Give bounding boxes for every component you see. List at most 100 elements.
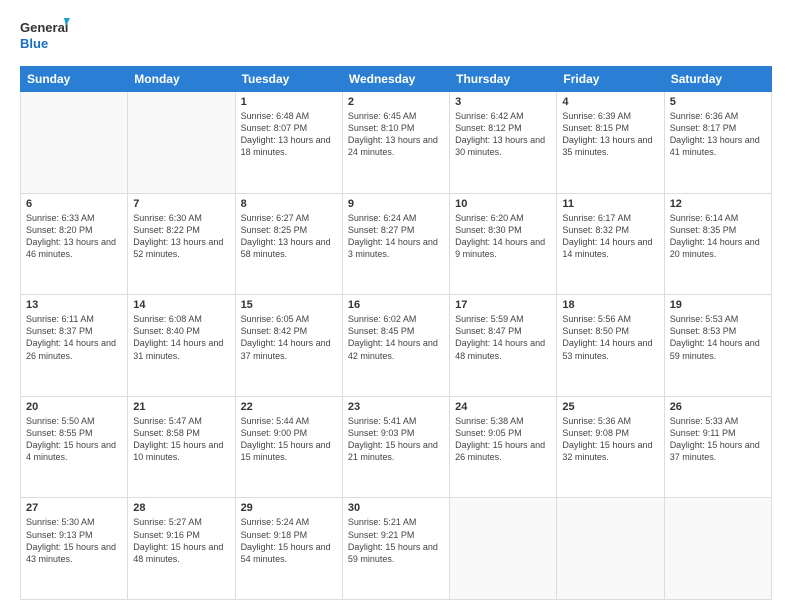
calendar-cell: 4 Sunrise: 6:39 AM Sunset: 8:15 PM Daylig… bbox=[557, 92, 664, 194]
day-number: 12 bbox=[670, 198, 766, 210]
calendar-table: SundayMondayTuesdayWednesdayThursdayFrid… bbox=[20, 66, 772, 600]
calendar-day-header: Wednesday bbox=[342, 67, 449, 92]
day-number: 18 bbox=[562, 299, 658, 311]
day-number: 19 bbox=[670, 299, 766, 311]
day-info: Sunrise: 6:14 AM Sunset: 8:35 PM Dayligh… bbox=[670, 212, 766, 261]
calendar-day-header: Sunday bbox=[21, 67, 128, 92]
calendar-day-header: Thursday bbox=[450, 67, 557, 92]
day-info: Sunrise: 6:36 AM Sunset: 8:17 PM Dayligh… bbox=[670, 110, 766, 159]
day-number: 10 bbox=[455, 198, 551, 210]
day-number: 28 bbox=[133, 502, 229, 514]
day-info: Sunrise: 5:30 AM Sunset: 9:13 PM Dayligh… bbox=[26, 516, 122, 565]
calendar-cell: 15 Sunrise: 6:05 AM Sunset: 8:42 PM Dayli… bbox=[235, 295, 342, 397]
logo: General Blue bbox=[20, 16, 70, 56]
day-number: 22 bbox=[241, 401, 337, 413]
day-number: 15 bbox=[241, 299, 337, 311]
day-info: Sunrise: 6:45 AM Sunset: 8:10 PM Dayligh… bbox=[348, 110, 444, 159]
calendar-cell: 28 Sunrise: 5:27 AM Sunset: 9:16 PM Dayli… bbox=[128, 498, 235, 600]
calendar-cell: 6 Sunrise: 6:33 AM Sunset: 8:20 PM Daylig… bbox=[21, 193, 128, 295]
calendar-week-row: 1 Sunrise: 6:48 AM Sunset: 8:07 PM Daylig… bbox=[21, 92, 772, 194]
day-info: Sunrise: 5:47 AM Sunset: 8:58 PM Dayligh… bbox=[133, 415, 229, 464]
calendar-cell: 20 Sunrise: 5:50 AM Sunset: 8:55 PM Dayli… bbox=[21, 396, 128, 498]
calendar-cell bbox=[557, 498, 664, 600]
calendar-cell: 22 Sunrise: 5:44 AM Sunset: 9:00 PM Dayli… bbox=[235, 396, 342, 498]
day-number: 3 bbox=[455, 96, 551, 108]
svg-text:Blue: Blue bbox=[20, 36, 48, 51]
day-number: 27 bbox=[26, 502, 122, 514]
calendar-cell: 11Sunrise: 6:17 AM Sunset: 8:32 PM Dayli… bbox=[557, 193, 664, 295]
calendar-cell: 21 Sunrise: 5:47 AM Sunset: 8:58 PM Dayli… bbox=[128, 396, 235, 498]
calendar-cell: 13Sunrise: 6:11 AM Sunset: 8:37 PM Dayli… bbox=[21, 295, 128, 397]
calendar-cell: 27 Sunrise: 5:30 AM Sunset: 9:13 PM Dayli… bbox=[21, 498, 128, 600]
day-info: Sunrise: 6:27 AM Sunset: 8:25 PM Dayligh… bbox=[241, 212, 337, 261]
day-number: 1 bbox=[241, 96, 337, 108]
calendar-cell: 17Sunrise: 5:59 AM Sunset: 8:47 PM Dayli… bbox=[450, 295, 557, 397]
day-number: 2 bbox=[348, 96, 444, 108]
calendar-cell: 23 Sunrise: 5:41 AM Sunset: 9:03 PM Dayli… bbox=[342, 396, 449, 498]
day-info: Sunrise: 6:20 AM Sunset: 8:30 PM Dayligh… bbox=[455, 212, 551, 261]
day-number: 17 bbox=[455, 299, 551, 311]
day-number: 25 bbox=[562, 401, 658, 413]
day-number: 13 bbox=[26, 299, 122, 311]
day-number: 29 bbox=[241, 502, 337, 514]
day-info: Sunrise: 5:56 AM Sunset: 8:50 PM Dayligh… bbox=[562, 313, 658, 362]
day-info: Sunrise: 6:08 AM Sunset: 8:40 PM Dayligh… bbox=[133, 313, 229, 362]
day-number: 6 bbox=[26, 198, 122, 210]
day-number: 7 bbox=[133, 198, 229, 210]
calendar-cell: 29 Sunrise: 5:24 AM Sunset: 9:18 PM Dayli… bbox=[235, 498, 342, 600]
calendar-cell: 2 Sunrise: 6:45 AM Sunset: 8:10 PM Daylig… bbox=[342, 92, 449, 194]
day-info: Sunrise: 5:33 AM Sunset: 9:11 PM Dayligh… bbox=[670, 415, 766, 464]
day-info: Sunrise: 6:42 AM Sunset: 8:12 PM Dayligh… bbox=[455, 110, 551, 159]
calendar-week-row: 20 Sunrise: 5:50 AM Sunset: 8:55 PM Dayli… bbox=[21, 396, 772, 498]
day-number: 21 bbox=[133, 401, 229, 413]
day-number: 20 bbox=[26, 401, 122, 413]
calendar-cell: 18 Sunrise: 5:56 AM Sunset: 8:50 PM Dayli… bbox=[557, 295, 664, 397]
day-info: Sunrise: 5:50 AM Sunset: 8:55 PM Dayligh… bbox=[26, 415, 122, 464]
calendar-cell: 7 Sunrise: 6:30 AM Sunset: 8:22 PM Daylig… bbox=[128, 193, 235, 295]
calendar-cell: 16 Sunrise: 6:02 AM Sunset: 8:45 PM Dayli… bbox=[342, 295, 449, 397]
calendar-cell bbox=[664, 498, 771, 600]
day-number: 23 bbox=[348, 401, 444, 413]
day-number: 9 bbox=[348, 198, 444, 210]
day-number: 26 bbox=[670, 401, 766, 413]
svg-text:General: General bbox=[20, 20, 68, 35]
day-number: 14 bbox=[133, 299, 229, 311]
day-info: Sunrise: 5:27 AM Sunset: 9:16 PM Dayligh… bbox=[133, 516, 229, 565]
calendar-week-row: 6 Sunrise: 6:33 AM Sunset: 8:20 PM Daylig… bbox=[21, 193, 772, 295]
day-info: Sunrise: 5:44 AM Sunset: 9:00 PM Dayligh… bbox=[241, 415, 337, 464]
day-info: Sunrise: 5:21 AM Sunset: 9:21 PM Dayligh… bbox=[348, 516, 444, 565]
calendar-cell: 3 Sunrise: 6:42 AM Sunset: 8:12 PM Daylig… bbox=[450, 92, 557, 194]
day-info: Sunrise: 5:24 AM Sunset: 9:18 PM Dayligh… bbox=[241, 516, 337, 565]
day-info: Sunrise: 6:30 AM Sunset: 8:22 PM Dayligh… bbox=[133, 212, 229, 261]
calendar-cell: 5Sunrise: 6:36 AM Sunset: 8:17 PM Daylig… bbox=[664, 92, 771, 194]
day-info: Sunrise: 6:33 AM Sunset: 8:20 PM Dayligh… bbox=[26, 212, 122, 261]
calendar-cell: 8 Sunrise: 6:27 AM Sunset: 8:25 PM Daylig… bbox=[235, 193, 342, 295]
calendar-cell bbox=[450, 498, 557, 600]
day-info: Sunrise: 5:36 AM Sunset: 9:08 PM Dayligh… bbox=[562, 415, 658, 464]
calendar-header-row: SundayMondayTuesdayWednesdayThursdayFrid… bbox=[21, 67, 772, 92]
day-info: Sunrise: 6:05 AM Sunset: 8:42 PM Dayligh… bbox=[241, 313, 337, 362]
day-number: 8 bbox=[241, 198, 337, 210]
calendar-week-row: 13Sunrise: 6:11 AM Sunset: 8:37 PM Dayli… bbox=[21, 295, 772, 397]
day-info: Sunrise: 5:38 AM Sunset: 9:05 PM Dayligh… bbox=[455, 415, 551, 464]
calendar-cell: 26 Sunrise: 5:33 AM Sunset: 9:11 PM Dayli… bbox=[664, 396, 771, 498]
day-info: Sunrise: 6:48 AM Sunset: 8:07 PM Dayligh… bbox=[241, 110, 337, 159]
day-number: 16 bbox=[348, 299, 444, 311]
calendar-day-header: Friday bbox=[557, 67, 664, 92]
calendar-cell: 12 Sunrise: 6:14 AM Sunset: 8:35 PM Dayli… bbox=[664, 193, 771, 295]
calendar-cell: 25 Sunrise: 5:36 AM Sunset: 9:08 PM Dayli… bbox=[557, 396, 664, 498]
day-number: 24 bbox=[455, 401, 551, 413]
day-number: 30 bbox=[348, 502, 444, 514]
calendar-day-header: Monday bbox=[128, 67, 235, 92]
day-info: Sunrise: 6:24 AM Sunset: 8:27 PM Dayligh… bbox=[348, 212, 444, 261]
day-info: Sunrise: 6:39 AM Sunset: 8:15 PM Dayligh… bbox=[562, 110, 658, 159]
day-info: Sunrise: 5:53 AM Sunset: 8:53 PM Dayligh… bbox=[670, 313, 766, 362]
calendar-cell: 24 Sunrise: 5:38 AM Sunset: 9:05 PM Dayli… bbox=[450, 396, 557, 498]
logo-svg: General Blue bbox=[20, 16, 70, 56]
day-info: Sunrise: 5:41 AM Sunset: 9:03 PM Dayligh… bbox=[348, 415, 444, 464]
day-number: 4 bbox=[562, 96, 658, 108]
calendar-cell: 1 Sunrise: 6:48 AM Sunset: 8:07 PM Daylig… bbox=[235, 92, 342, 194]
day-info: Sunrise: 6:02 AM Sunset: 8:45 PM Dayligh… bbox=[348, 313, 444, 362]
calendar-cell: 30 Sunrise: 5:21 AM Sunset: 9:21 PM Dayli… bbox=[342, 498, 449, 600]
header: General Blue bbox=[20, 16, 772, 56]
